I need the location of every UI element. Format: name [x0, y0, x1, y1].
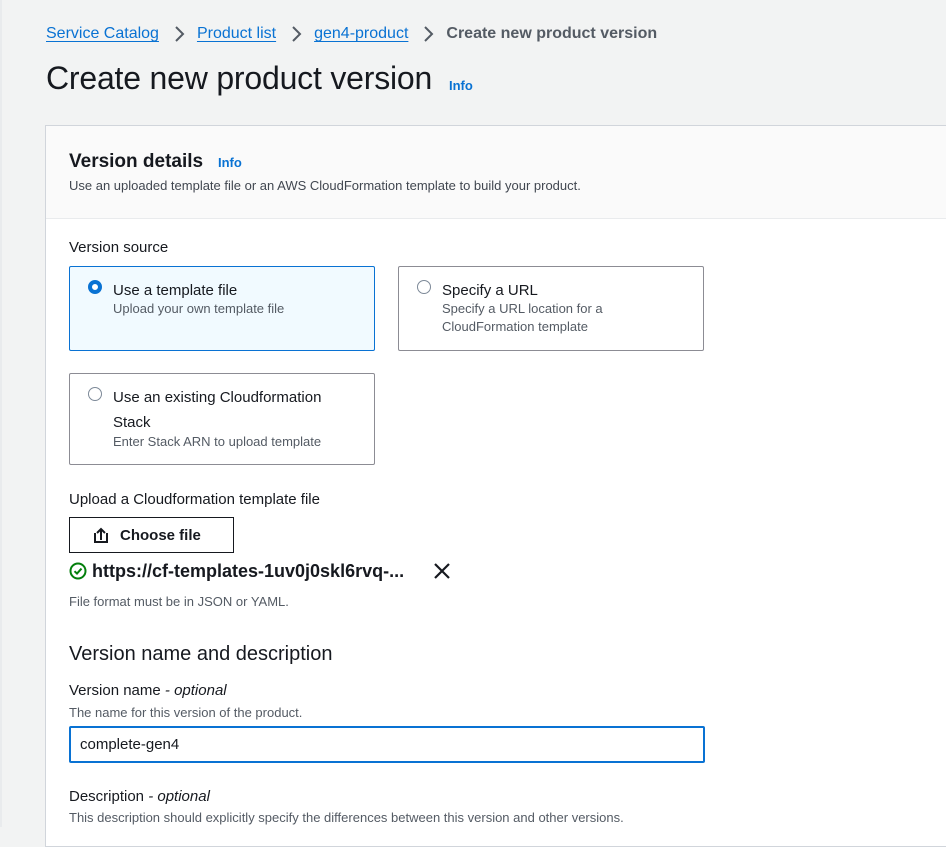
option-existing-stack-title-line-2: Stack	[113, 414, 151, 431]
version-name-section-title: Version name and description	[69, 643, 333, 665]
option-specify-url-desc-line-1: Specify a URL location for a	[442, 301, 603, 316]
version-details-description: Use an uploaded template file or an AWS …	[69, 178, 581, 193]
version-name-label: Version name - optional	[69, 682, 227, 699]
uploaded-file-name: https://cf-templates-1uv0j0skl6rvq-...	[92, 560, 405, 581]
choose-file-label: Choose file	[120, 526, 201, 544]
radio-specify-url[interactable]	[417, 280, 431, 294]
radio-template-file[interactable]	[88, 280, 102, 294]
version-name-input[interactable]	[69, 726, 705, 763]
version-details-container: Version details Info Use an uploaded tem…	[45, 125, 946, 847]
breadcrumb-current: Create new product version	[446, 25, 658, 42]
option-existing-stack-title-line-1: Use an existing Cloudformation	[113, 389, 322, 406]
chevron-right-icon	[292, 26, 302, 42]
upload-icon	[94, 527, 108, 543]
option-specify-url[interactable]: Specify a URL Specify a URL location for…	[398, 266, 704, 351]
version-details-title: Version details	[69, 151, 204, 172]
file-format-hint: File format must be in JSON or YAML.	[69, 594, 289, 609]
breadcrumb-gen4-product[interactable]: gen4-product	[314, 25, 408, 43]
optional-tag: - optional	[148, 788, 210, 805]
container-header: Version details Info Use an uploaded tem…	[46, 126, 946, 219]
choose-file-button[interactable]: Choose file	[69, 517, 234, 553]
page-title: Create new product version	[46, 60, 433, 96]
description-label-text: Description	[69, 788, 145, 805]
option-template-file[interactable]: Use a template file Upload your own temp…	[69, 266, 375, 351]
close-icon[interactable]	[432, 561, 452, 581]
option-specify-url-desc-line-2: CloudFormation template	[442, 319, 588, 334]
version-name-hint: The name for this version of the product…	[69, 705, 303, 720]
optional-tag: - optional	[164, 682, 227, 699]
description-label: Description - optional	[69, 788, 210, 805]
description-hint: This description should explicitly speci…	[69, 810, 624, 825]
breadcrumb-service-catalog[interactable]: Service Catalog	[46, 25, 159, 43]
option-existing-stack[interactable]: Use an existing Cloudformation Stack Ent…	[69, 373, 375, 465]
version-details-info-link[interactable]: Info	[218, 155, 242, 170]
uploaded-file-row: https://cf-templates-1uv0j0skl6rvq-...	[69, 559, 404, 583]
upload-label: Upload a Cloudformation template file	[69, 491, 320, 508]
chevron-right-icon	[175, 26, 185, 42]
radio-existing-stack[interactable]	[88, 387, 102, 401]
check-circle-icon	[69, 562, 87, 580]
version-source-label: Version source	[69, 239, 169, 256]
breadcrumb-product-list[interactable]: Product list	[197, 25, 276, 43]
option-template-file-desc: Upload your own template file	[113, 301, 285, 316]
page-info-link[interactable]: Info	[449, 78, 473, 93]
option-existing-stack-desc: Enter Stack ARN to upload template	[113, 434, 322, 449]
left-edge-rule	[0, 0, 2, 827]
chevron-right-icon	[424, 26, 434, 42]
breadcrumb: Service Catalog Product list gen4-produc…	[46, 22, 657, 46]
version-name-label-text: Version name	[69, 682, 161, 699]
